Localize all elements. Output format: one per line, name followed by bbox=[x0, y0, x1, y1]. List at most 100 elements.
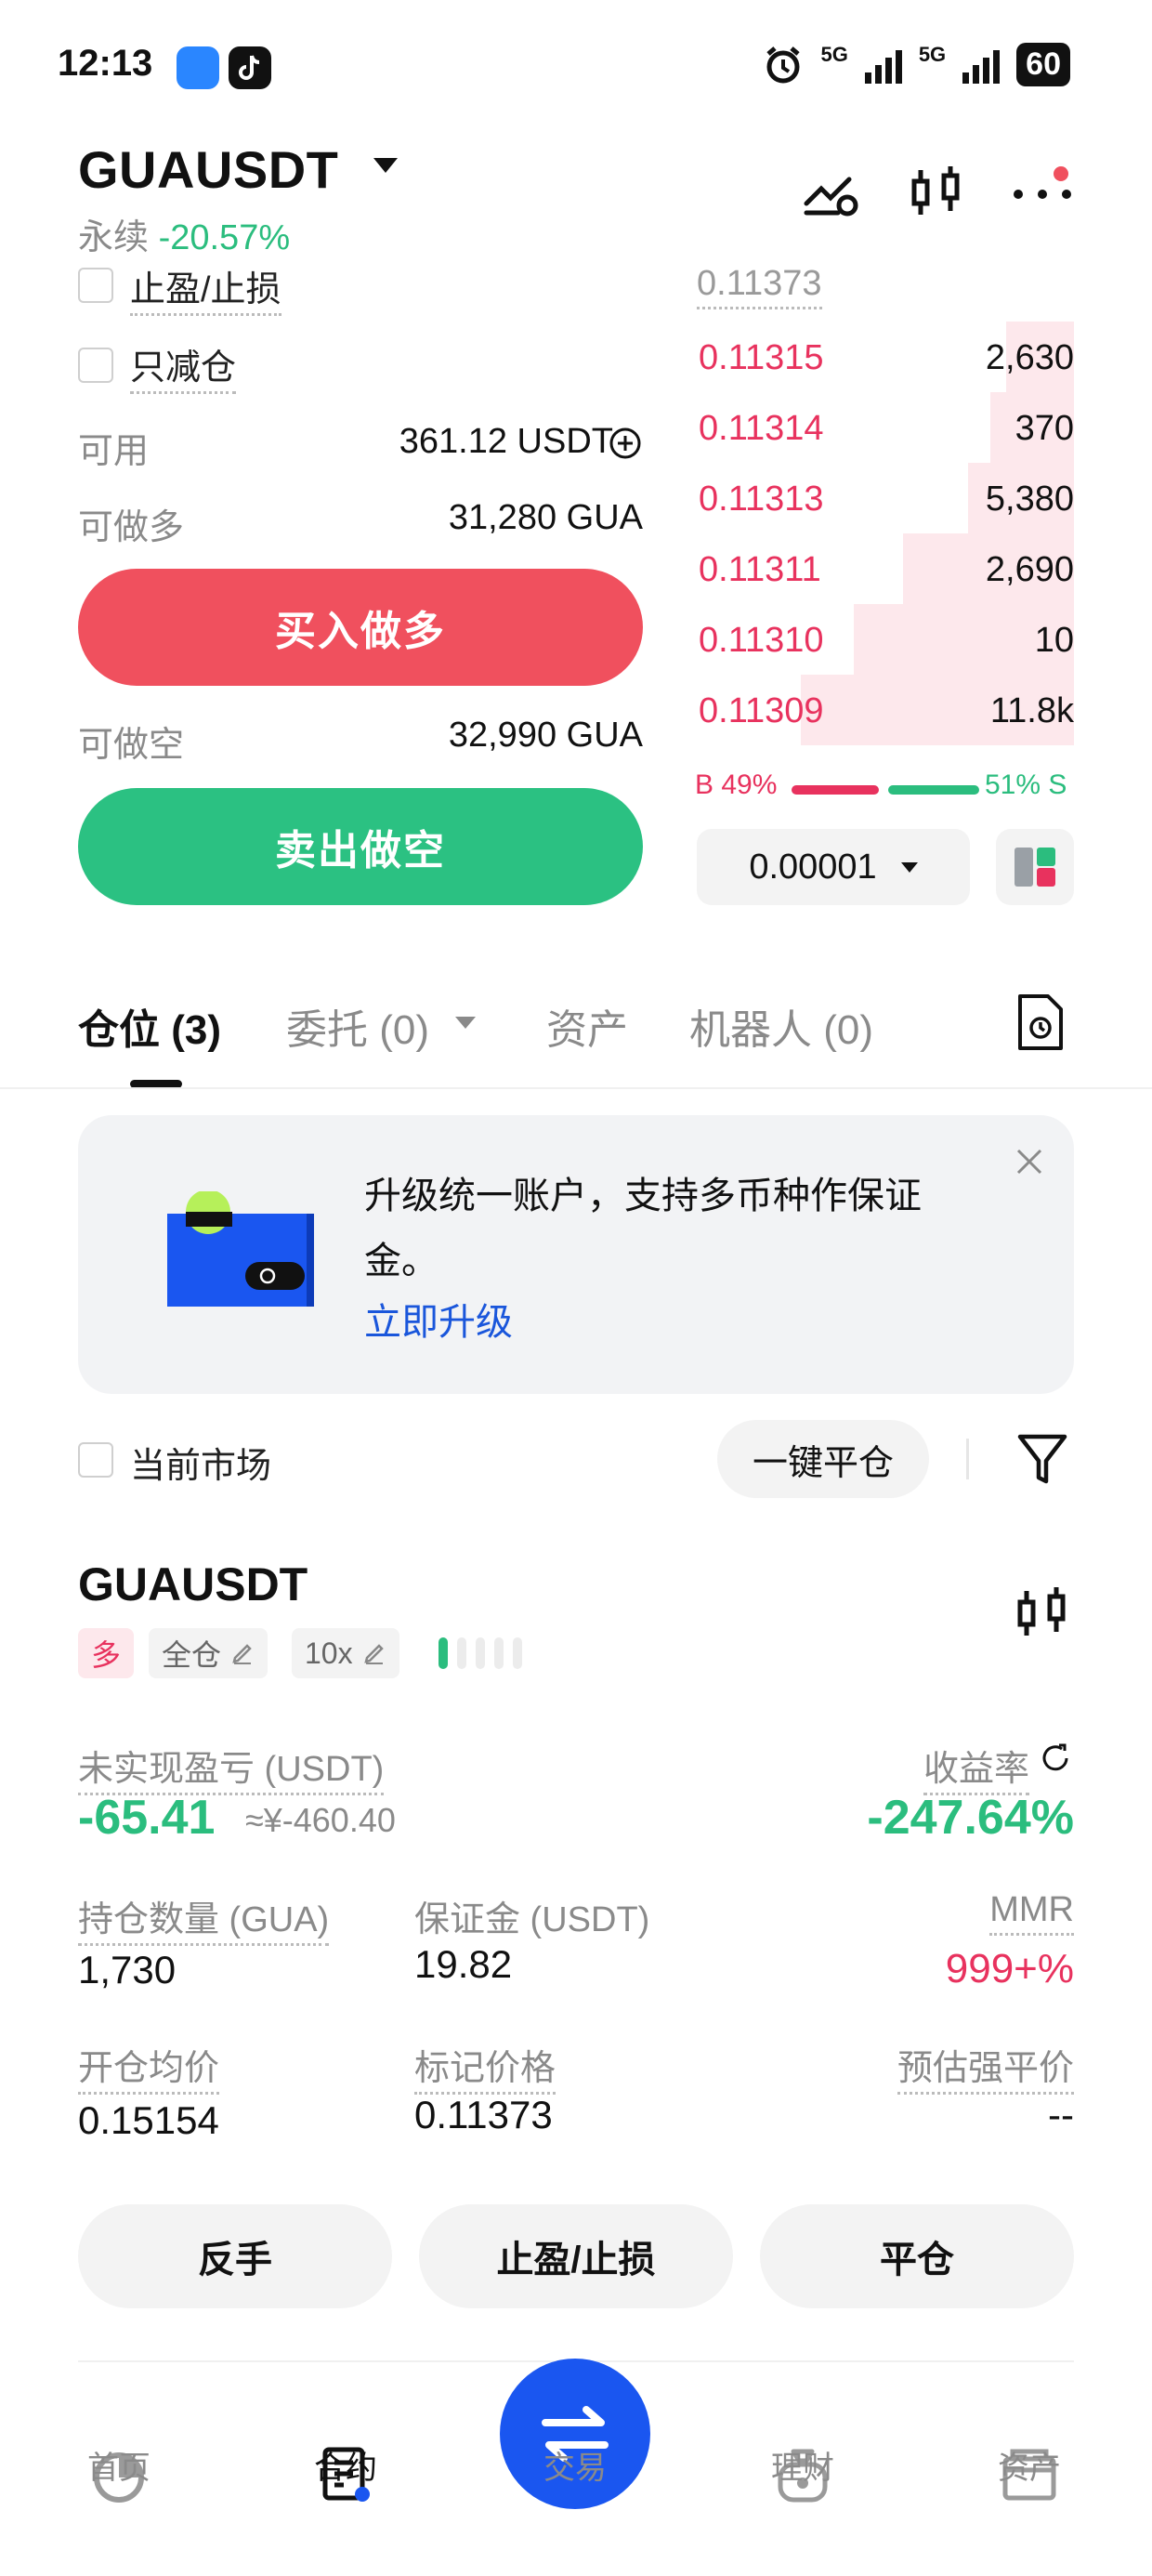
risk-level-segment bbox=[513, 1637, 522, 1669]
close-all-button[interactable]: 一键平仓 bbox=[717, 1420, 929, 1498]
unrealized-pnl-label: 未实现盈亏 (USDT) bbox=[78, 1750, 385, 1795]
tab-orders[interactable]: 委托 (0) bbox=[286, 996, 429, 1056]
order-history-icon[interactable] bbox=[1013, 992, 1068, 1052]
leverage: 10x bbox=[305, 1636, 353, 1670]
risk-level-segment bbox=[457, 1637, 466, 1669]
alarm-icon bbox=[766, 46, 801, 83]
filter-icon[interactable] bbox=[1016, 1431, 1068, 1487]
available-value: 361.12 USDT bbox=[399, 422, 613, 461]
tpsl-checkbox[interactable] bbox=[78, 268, 113, 303]
last-price[interactable]: 0.11373 bbox=[697, 264, 822, 309]
order-book-row[interactable]: 0.11311 2,690 bbox=[695, 533, 1074, 604]
signal-icon bbox=[864, 46, 902, 84]
can-short-value: 32,990 GUA bbox=[448, 716, 643, 755]
buy-ratio: B 49% bbox=[695, 769, 778, 800]
can-short-label: 可做空 bbox=[78, 726, 185, 765]
ask-quantity: 5,380 bbox=[985, 480, 1074, 519]
share-icon[interactable] bbox=[1039, 1741, 1072, 1775]
current-market-checkbox[interactable] bbox=[78, 1442, 113, 1478]
reverse-button[interactable]: 反手 bbox=[78, 2204, 392, 2308]
sell-ratio: 51% S bbox=[985, 769, 1067, 800]
nav-trade[interactable]: 交易 bbox=[510, 2442, 640, 2488]
sell-short-button[interactable]: 卖出做空 bbox=[78, 788, 643, 905]
ask-price: 0.11313 bbox=[699, 480, 824, 519]
status-indicators: 5G 5G 60 bbox=[763, 43, 1070, 86]
mmr-value: 999+% bbox=[945, 1946, 1074, 1991]
nav-home[interactable]: 首页 bbox=[54, 2442, 184, 2488]
margin-mode: 全仓 bbox=[162, 1638, 222, 1672]
ask-price: 0.11315 bbox=[699, 338, 824, 377]
leverage-badge[interactable]: 10x bbox=[292, 1628, 399, 1678]
pair-dropdown-icon[interactable] bbox=[373, 158, 398, 173]
entry-price-label: 开仓均价 bbox=[78, 2049, 220, 2095]
mmr-label: MMR bbox=[989, 1890, 1074, 1936]
reduce-only-checkbox[interactable] bbox=[78, 348, 113, 383]
can-long-value: 31,280 GUA bbox=[448, 498, 643, 537]
edit-icon bbox=[232, 1644, 252, 1664]
candlestick-chart-icon[interactable] bbox=[907, 163, 966, 222]
ask-quantity: 11.8k bbox=[989, 691, 1074, 730]
pair-title[interactable]: GUAUSDT bbox=[78, 139, 338, 200]
tabs-divider bbox=[0, 1087, 1152, 1089]
roe-label: 收益率 bbox=[923, 1750, 1029, 1795]
upgrade-now-link[interactable]: 立即升级 bbox=[364, 1292, 513, 1346]
position-side-badge: 多 bbox=[78, 1628, 135, 1678]
close-position-button[interactable]: 平仓 bbox=[760, 2204, 1074, 2308]
ask-price: 0.11311 bbox=[699, 550, 821, 589]
ask-price: 0.11310 bbox=[699, 621, 824, 660]
tab-assets[interactable]: 资产 bbox=[546, 996, 628, 1056]
banner-text: 升级统一账户，支持多币种作保证金。 bbox=[364, 1176, 922, 1281]
order-book-row[interactable]: 0.11309 11.8k bbox=[695, 675, 1074, 745]
position-chart-icon[interactable] bbox=[1013, 1584, 1072, 1643]
perpetual-label: 永续 bbox=[78, 218, 150, 257]
ask-price: 0.11314 bbox=[699, 409, 824, 448]
unrealized-pnl-cny: ≈¥-460.40 bbox=[245, 1801, 396, 1839]
position-side: 多 bbox=[91, 1638, 122, 1672]
order-book-layout-button[interactable] bbox=[996, 829, 1074, 905]
nav-contract[interactable]: 合约 bbox=[281, 2442, 411, 2488]
tick-size-value: 0.00001 bbox=[749, 847, 877, 887]
pair-subtitle: 永续 -20.57% bbox=[78, 208, 290, 259]
status-time: 12:13 bbox=[58, 43, 153, 84]
position-pair[interactable]: GUAUSDT bbox=[78, 1557, 308, 1611]
nav-finance[interactable]: 理财 bbox=[738, 2442, 868, 2488]
battery-indicator: 60 bbox=[1016, 43, 1070, 86]
tpsl-button[interactable]: 止盈/止损 bbox=[419, 2204, 733, 2308]
ask-quantity: 2,690 bbox=[985, 550, 1074, 589]
tick-size-select[interactable]: 0.00001 bbox=[697, 829, 970, 905]
price-alert-icon[interactable] bbox=[801, 163, 860, 222]
ask-price: 0.11309 bbox=[699, 691, 824, 730]
liq-price: -- bbox=[1048, 2093, 1074, 2136]
ask-quantity: 10 bbox=[1034, 621, 1074, 660]
order-book-row[interactable]: 0.11314 370 bbox=[695, 392, 1074, 463]
nav-assets[interactable]: 资产 bbox=[964, 2442, 1094, 2488]
more-menu-icon[interactable] bbox=[1009, 163, 1083, 222]
sell-ratio-bar bbox=[888, 785, 979, 795]
risk-level-segment bbox=[476, 1637, 485, 1669]
layout-icon bbox=[1015, 848, 1055, 887]
orders-chevron-down-icon[interactable] bbox=[455, 1017, 476, 1029]
tpsl-label: 止盈/止损 bbox=[130, 270, 281, 316]
unrealized-pnl: -65.41 bbox=[78, 1791, 216, 1845]
margin-mode-badge[interactable]: 全仓 bbox=[149, 1628, 268, 1678]
mark-price-label: 标记价格 bbox=[414, 2049, 556, 2095]
order-book-row[interactable]: 0.11313 5,380 bbox=[695, 463, 1074, 533]
risk-level-segment bbox=[494, 1637, 504, 1669]
buy-long-button[interactable]: 买入做多 bbox=[78, 569, 643, 686]
edit-icon bbox=[363, 1644, 384, 1664]
close-icon[interactable] bbox=[1013, 1145, 1046, 1178]
order-book-row[interactable]: 0.11310 10 bbox=[695, 604, 1074, 675]
filter-divider bbox=[966, 1439, 969, 1479]
available-label: 可用 bbox=[78, 432, 150, 471]
network-label-1: 5G bbox=[820, 43, 848, 66]
buy-ratio-bar bbox=[792, 785, 879, 795]
order-book-row[interactable]: 0.11315 2,630 bbox=[695, 322, 1074, 392]
tab-bots[interactable]: 机器人 (0) bbox=[689, 996, 873, 1056]
price-change: -20.57% bbox=[158, 218, 291, 257]
tab-positions[interactable]: 仓位 (3) bbox=[78, 996, 221, 1056]
entry-price: 0.15154 bbox=[78, 2098, 219, 2142]
position-size: 1,730 bbox=[78, 1948, 177, 1991]
tiktok-notification-icon bbox=[229, 46, 271, 89]
network-label-2: 5G bbox=[918, 43, 947, 66]
transfer-add-icon[interactable] bbox=[608, 426, 643, 461]
